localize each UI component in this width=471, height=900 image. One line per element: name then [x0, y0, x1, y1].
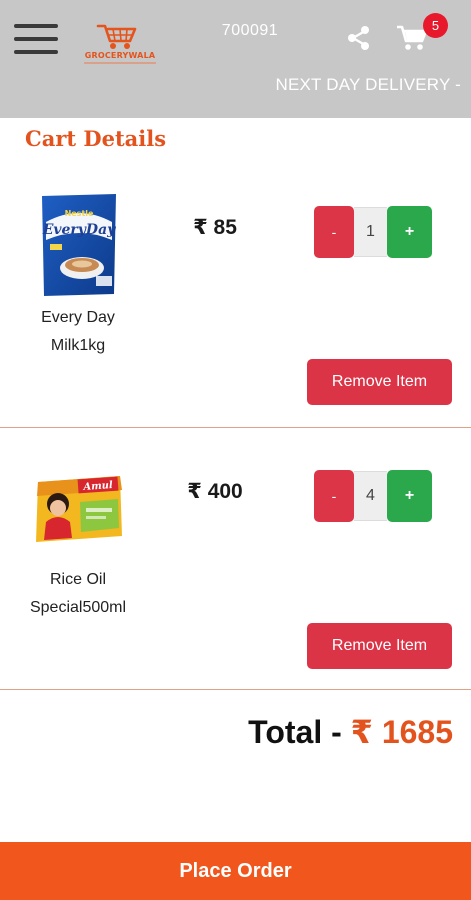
pincode-label[interactable]: 700091 — [214, 22, 286, 40]
product-image: Nestle EveryDay — [38, 192, 120, 298]
hamburger-menu-icon[interactable] — [14, 22, 60, 56]
remove-item-button[interactable]: Remove Item — [307, 623, 452, 669]
share-icon[interactable] — [345, 24, 373, 52]
total-amount: ₹ 1685 — [350, 714, 453, 750]
quantity-value: 1 — [354, 207, 387, 257]
logo-name: GROCERYWALA — [84, 51, 156, 60]
item-name: Every Day Milk1kg — [8, 304, 148, 360]
increase-quantity-button[interactable]: + — [387, 470, 432, 522]
decrease-quantity-button[interactable]: - — [314, 470, 354, 522]
delivery-info-text: NEXT DAY DELIVERY - — [275, 75, 461, 94]
item-name-line-2: Milk1kg — [50, 337, 106, 354]
item-name-line-2: Special500ml — [29, 599, 127, 616]
item-price: ₹ 400 — [187, 480, 243, 503]
quantity-stepper: - 4 + — [314, 470, 432, 522]
logo-tagline-decoration — [84, 62, 156, 64]
svg-text:EveryDay: EveryDay — [42, 222, 116, 238]
grocerywala-logo[interactable]: GROCERYWALA — [80, 20, 160, 70]
product-image: Amul — [32, 472, 126, 546]
page-title: Cart Details — [25, 126, 167, 151]
cart-item: Amul Rice Oil Special500ml ₹ 400 - 4 + R… — [0, 428, 471, 690]
svg-text:Amul: Amul — [82, 480, 113, 493]
cart-logo-icon — [96, 24, 137, 49]
item-name-line-1: Every Day — [41, 309, 115, 326]
increase-quantity-button[interactable]: + — [387, 206, 432, 258]
item-divider — [0, 688, 471, 690]
cart-count-badge: 5 — [423, 13, 448, 38]
total-label: Total - — [248, 714, 351, 750]
place-order-button[interactable]: Place Order — [0, 842, 471, 900]
svg-text:Nestle: Nestle — [65, 209, 94, 218]
item-price: ₹ 85 — [193, 216, 237, 239]
remove-item-button[interactable]: Remove Item — [307, 359, 452, 405]
app-header: GROCERYWALA 700091 5 NEXT DAY DELIVERY - — [0, 0, 471, 118]
item-name-line-1: Rice Oil — [49, 571, 106, 588]
decrease-quantity-button[interactable]: - — [314, 206, 354, 258]
quantity-stepper: - 1 + — [314, 206, 432, 258]
item-name: Rice Oil Special500ml — [8, 566, 148, 622]
cart-item: Nestle EveryDay Every Day Milk1kg ₹ 85 -… — [0, 170, 471, 428]
cart-total: Total - ₹ 1685 — [248, 713, 453, 751]
quantity-value: 4 — [354, 471, 387, 521]
